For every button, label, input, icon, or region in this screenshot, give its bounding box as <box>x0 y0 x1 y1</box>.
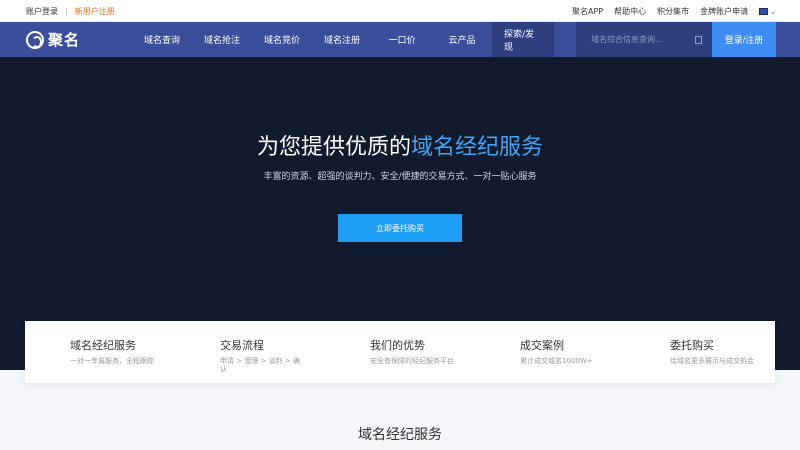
app-link[interactable]: 聚名APP <box>572 6 603 17</box>
feature-advantages[interactable]: 我们的优势 安全有保障的经纪服务平台 <box>370 337 454 365</box>
language-selector[interactable]: ⌄ <box>759 8 776 16</box>
feature-title: 交易流程 <box>220 339 264 352</box>
points-market-link[interactable]: 积分集市 <box>657 6 689 17</box>
gold-account-link[interactable]: 金牌账户申请 <box>700 6 748 17</box>
nav-item-explore[interactable]: 探索/发现 <box>492 22 554 57</box>
feature-trade-process[interactable]: 交易流程 申请 > 受理 > 谈判 > 确 认 <box>220 337 315 373</box>
utility-links: 聚名APP 帮助中心 积分集市 金牌账户申请 ⌄ <box>572 6 776 17</box>
hero-subtitle: 丰富的资源、超强的谈判力、安全/便捷的交易方式、一对一贴心服务 <box>263 172 537 182</box>
search-box <box>576 22 712 57</box>
feature-entrust-purchase[interactable]: 委托购买 给域名更多展示与成交机会 <box>670 337 754 365</box>
top-utility-bar: 账户登录 | 新用户注册 聚名APP 帮助中心 积分集市 金牌账户申请 ⌄ <box>0 0 800 22</box>
nav-item-domain-register[interactable]: 域名注册 <box>312 22 372 57</box>
feature-title: 我们的优势 <box>370 339 425 352</box>
account-login-link[interactable]: 账户登录 <box>26 6 58 17</box>
chevron-down-icon: ⌄ <box>770 7 776 16</box>
logo-text: 聚名 <box>48 31 81 49</box>
search-input[interactable] <box>591 35 693 44</box>
new-user-register-link[interactable]: 新用户注册 <box>75 6 115 17</box>
feature-title: 成交案例 <box>520 339 564 352</box>
nav-item-domain-search[interactable]: 域名查询 <box>132 22 192 57</box>
logo-icon <box>26 30 44 49</box>
nav-links: 域名查询 域名抢注 域名竞价 域名注册 一口价 云产品 探索/发现 <box>132 22 554 57</box>
feature-desc: 一对一专属服务，全程跟踪 <box>70 357 154 365</box>
help-center-link[interactable]: 帮助中心 <box>614 6 646 17</box>
search-icon[interactable] <box>695 35 702 44</box>
feature-desc: 累计成交域名1000W+ <box>520 357 593 365</box>
separator: | <box>65 7 68 16</box>
feature-broker-service[interactable]: 域名经纪服务 一对一专属服务，全程跟踪 <box>70 337 154 365</box>
feature-title: 委托购买 <box>670 339 714 352</box>
logo[interactable]: 聚名 <box>26 29 80 50</box>
feature-card: 域名经纪服务 一对一专属服务，全程跟踪 交易流程 申请 > 受理 > 谈判 > … <box>25 321 775 383</box>
hero-title-highlight: 域名经纪服务 <box>411 135 544 160</box>
feature-desc: 给域名更多展示与成交机会 <box>670 357 754 365</box>
nav-item-fixed-price[interactable]: 一口价 <box>372 22 432 57</box>
feature-desc: 申请 > 受理 > 谈判 > 确 认 <box>220 357 315 373</box>
nav-item-cloud-products[interactable]: 云产品 <box>432 22 492 57</box>
feature-desc-line: 认 <box>220 365 227 373</box>
flag-icon <box>759 8 769 15</box>
feature-desc-line: 申请 > 受理 > 谈判 > 确 <box>220 357 300 365</box>
nav-item-domain-snap[interactable]: 域名抢注 <box>192 22 252 57</box>
hero-title-prefix: 为您提供优质的 <box>256 135 411 160</box>
entrust-purchase-button[interactable]: 立即委托购买 <box>338 214 462 242</box>
feature-title: 域名经纪服务 <box>70 339 136 352</box>
section-title: 域名经纪服务 <box>358 427 442 443</box>
feature-desc: 安全有保障的经纪服务平台 <box>370 357 454 365</box>
feature-cases[interactable]: 成交案例 累计成交域名1000W+ <box>520 337 593 365</box>
login-register-button[interactable]: 登录/注册 <box>712 22 776 57</box>
main-navbar: 聚名 域名查询 域名抢注 域名竞价 域名注册 一口价 云产品 探索/发现 登录/… <box>0 22 800 57</box>
hero-title: 为您提供优质的域名经纪服务 <box>0 129 800 161</box>
account-links: 账户登录 | 新用户注册 <box>26 6 115 17</box>
nav-item-domain-auction[interactable]: 域名竞价 <box>252 22 312 57</box>
